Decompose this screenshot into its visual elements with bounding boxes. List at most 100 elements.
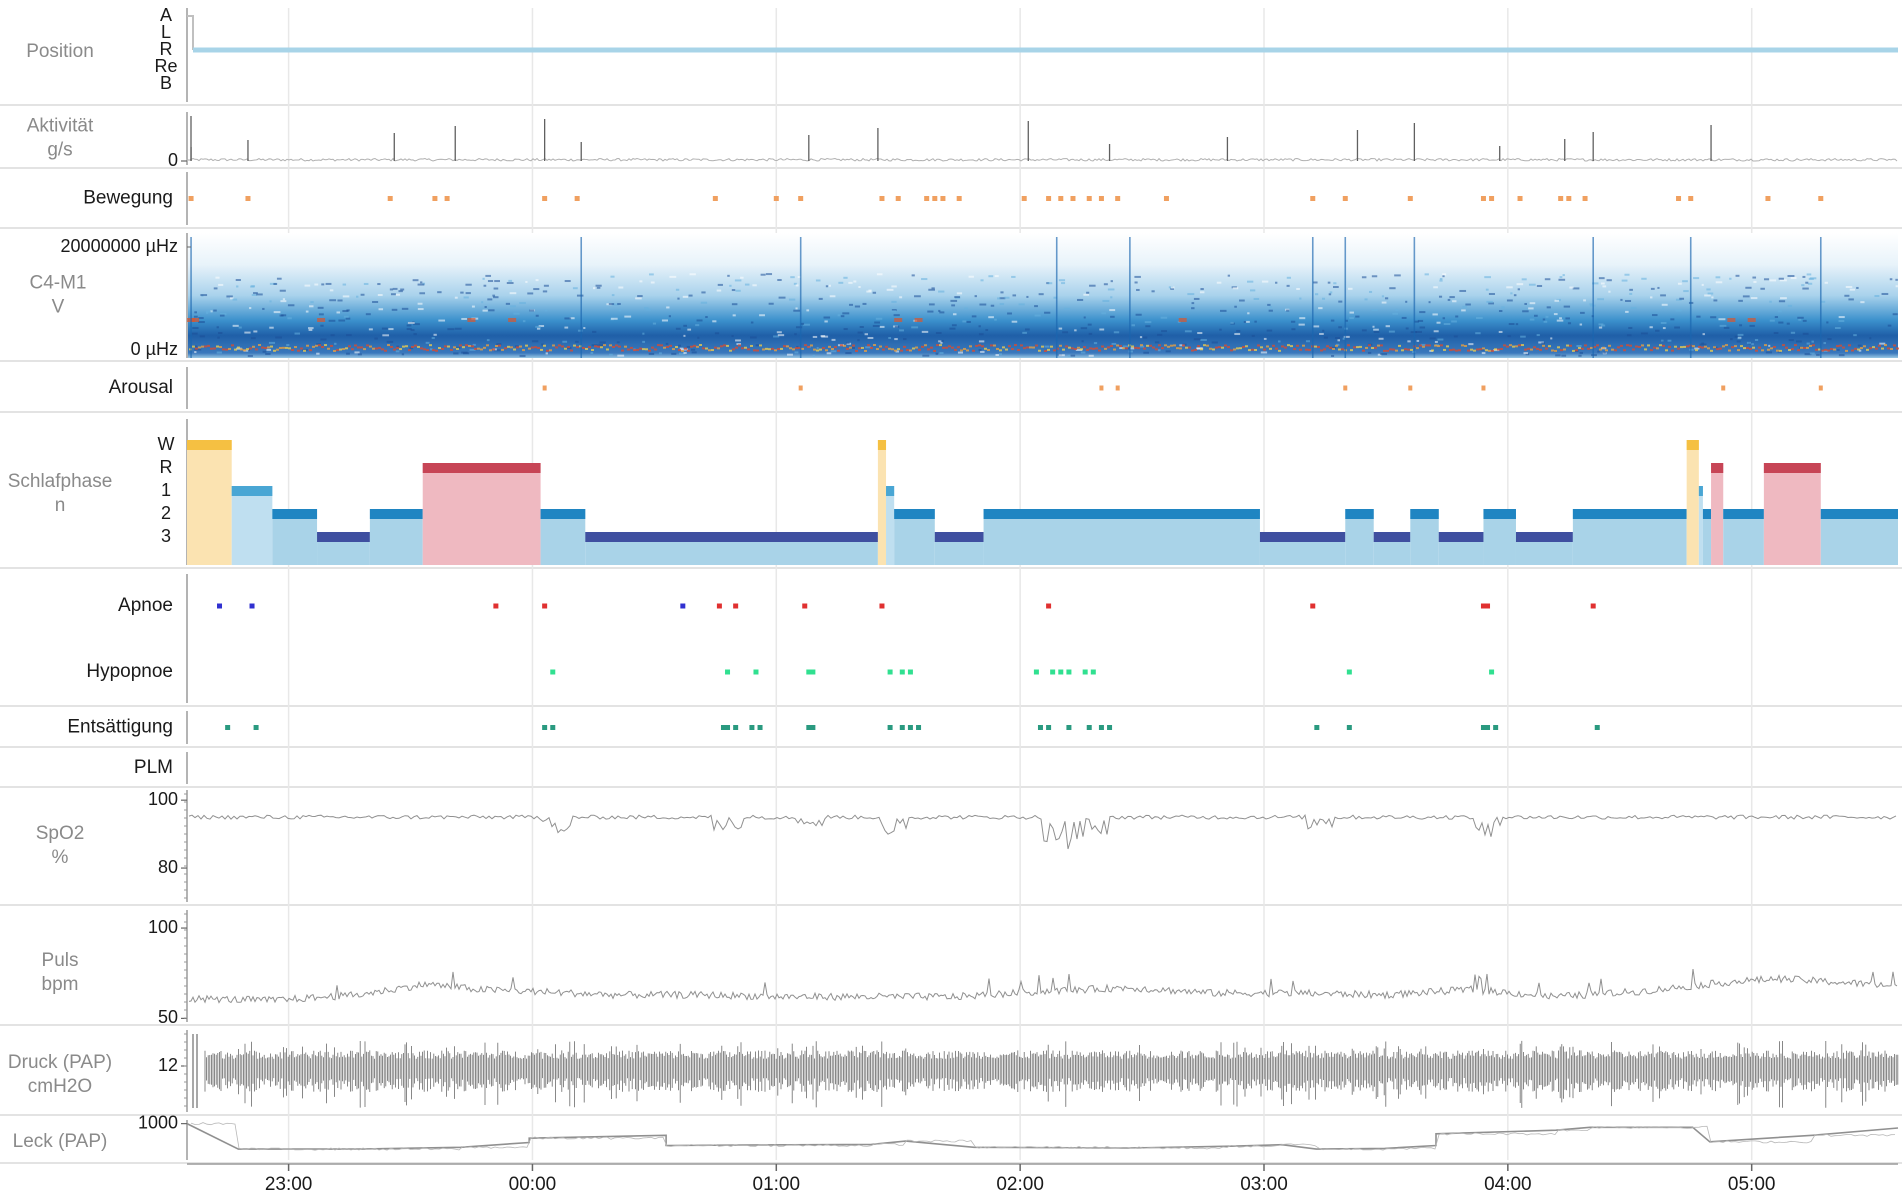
spectrogram-noise	[527, 292, 534, 295]
spectrogram-noise	[1624, 273, 1630, 276]
spectrogram-lowband	[1521, 344, 1524, 347]
spectrogram-lowband	[1785, 346, 1788, 349]
spectrogram-noise	[1436, 321, 1441, 324]
spectrogram-lowband	[1092, 347, 1095, 350]
spectrogram-lowband	[735, 346, 738, 349]
spectrogram-noise	[1881, 292, 1889, 295]
spectrogram-lowband	[1020, 344, 1023, 347]
spectrogram-noise	[1565, 317, 1570, 320]
spectrogram-noise	[447, 328, 455, 331]
bewegung-event	[798, 196, 804, 201]
spectrogram-lowband	[624, 345, 627, 348]
spectrogram-lowband	[1599, 348, 1602, 351]
spectrogram-lowband	[234, 348, 237, 351]
spectrogram-noise	[821, 335, 829, 338]
spectrogram-lowband	[1743, 347, 1746, 350]
spectrogram-noise	[1801, 284, 1805, 287]
spectrogram-lowband	[777, 347, 780, 350]
spectrogram-lowband	[1002, 346, 1005, 349]
spectrogram-lowband	[780, 347, 783, 350]
spectrogram-noise	[1838, 316, 1845, 319]
spectrogram-lowband	[600, 346, 603, 349]
spectrogram-hotspot	[1178, 318, 1187, 322]
spectrogram-lowband	[396, 346, 399, 349]
x-tick-label: 23:00	[265, 1174, 313, 1195]
spectrogram-noise	[1528, 283, 1536, 286]
spectrogram-noise	[1011, 275, 1016, 278]
bewegung-event	[1058, 196, 1064, 201]
spectrogram-lowband	[1701, 346, 1704, 349]
spectrogram-noise	[701, 291, 706, 294]
bewegung-event	[932, 196, 938, 201]
spectrogram-noise	[1629, 292, 1633, 295]
spectrogram-lowband	[1680, 346, 1683, 349]
spectrogram-noise	[1510, 292, 1513, 295]
spectrogram-noise	[1113, 331, 1120, 334]
spectrogram-noise	[363, 282, 369, 285]
spectrogram-lowband	[336, 349, 339, 352]
spectrogram-lowband	[1209, 347, 1212, 350]
spectrogram-noise	[952, 313, 957, 316]
spectrogram-noise	[825, 285, 829, 288]
spectrogram-noise	[1083, 293, 1090, 296]
entsaettigung-event	[550, 725, 556, 730]
spectrogram-lowband	[450, 348, 453, 351]
spectrogram-noise	[486, 339, 490, 342]
spectrogram-noise	[1541, 342, 1545, 345]
spectrogram-noise	[1338, 300, 1343, 303]
spectrogram-noise	[978, 325, 981, 328]
spectrogram-noise	[1249, 289, 1256, 292]
spectrogram-noise	[1718, 318, 1726, 321]
spectrogram-lowband	[1608, 344, 1611, 347]
spectrogram-lowband	[1422, 345, 1425, 348]
spectrogram-lowband	[882, 348, 885, 351]
spectrogram-lowband	[1581, 347, 1584, 350]
spectrogram-noise	[438, 319, 446, 322]
spectrogram-noise	[454, 296, 458, 299]
arousal-event	[1818, 385, 1823, 391]
spectrogram-hotspot	[508, 318, 517, 322]
spectrogram-lowband	[1206, 344, 1209, 347]
spectrogram-noise	[788, 298, 796, 301]
entsaettigung-event	[749, 725, 755, 730]
spectrogram-noise	[951, 304, 956, 307]
spectrogram-lowband	[195, 347, 198, 350]
spectrogram-lowband	[318, 344, 321, 347]
spectrogram-noise	[1361, 276, 1367, 279]
spectrogram-noise	[417, 302, 423, 305]
hypnogram-bar-2	[1723, 509, 1764, 519]
spectrogram-noise	[543, 284, 549, 287]
spectrogram-lowband	[636, 348, 639, 351]
spectrogram-lowband	[1503, 344, 1506, 347]
spectrogram-lowband	[687, 349, 690, 352]
spectrogram-noise	[1667, 339, 1672, 342]
spectrogram-noise	[1087, 323, 1092, 326]
spectrogram-lowband	[1524, 348, 1527, 351]
spectrogram-lowband	[339, 348, 342, 351]
hypnogram-bar-2	[1702, 509, 1712, 519]
bewegung-event	[924, 196, 930, 201]
spectrogram-lowband	[1566, 344, 1569, 347]
spectrogram-noise	[1508, 323, 1515, 326]
spectrogram-noise	[279, 289, 286, 292]
spectrogram-lowband	[1896, 347, 1899, 350]
bewegung-event	[188, 196, 194, 201]
spectrogram-noise	[320, 338, 327, 341]
spectrogram-noise	[1433, 330, 1439, 333]
spectrogram-lowband	[1335, 344, 1338, 347]
stage-tick-3: 3	[161, 526, 171, 546]
spectrogram-lowband	[732, 348, 735, 351]
spectrogram-noise	[276, 277, 282, 280]
spectrogram-noise	[1773, 332, 1779, 335]
spectrogram-lowband	[1857, 348, 1860, 351]
spectrogram-lowband	[885, 345, 888, 348]
spectrogram-noise	[815, 279, 821, 282]
spectrogram-lowband	[1245, 345, 1248, 348]
spectrogram-lowband	[1035, 344, 1038, 347]
bewegung-event	[1676, 196, 1682, 201]
spectrogram-noise	[1640, 332, 1648, 335]
spectrogram-lowband	[738, 344, 741, 347]
spectrogram-lowband	[963, 347, 966, 350]
hypnogram-bar-2	[1483, 509, 1516, 519]
spectrogram-noise	[854, 305, 861, 308]
